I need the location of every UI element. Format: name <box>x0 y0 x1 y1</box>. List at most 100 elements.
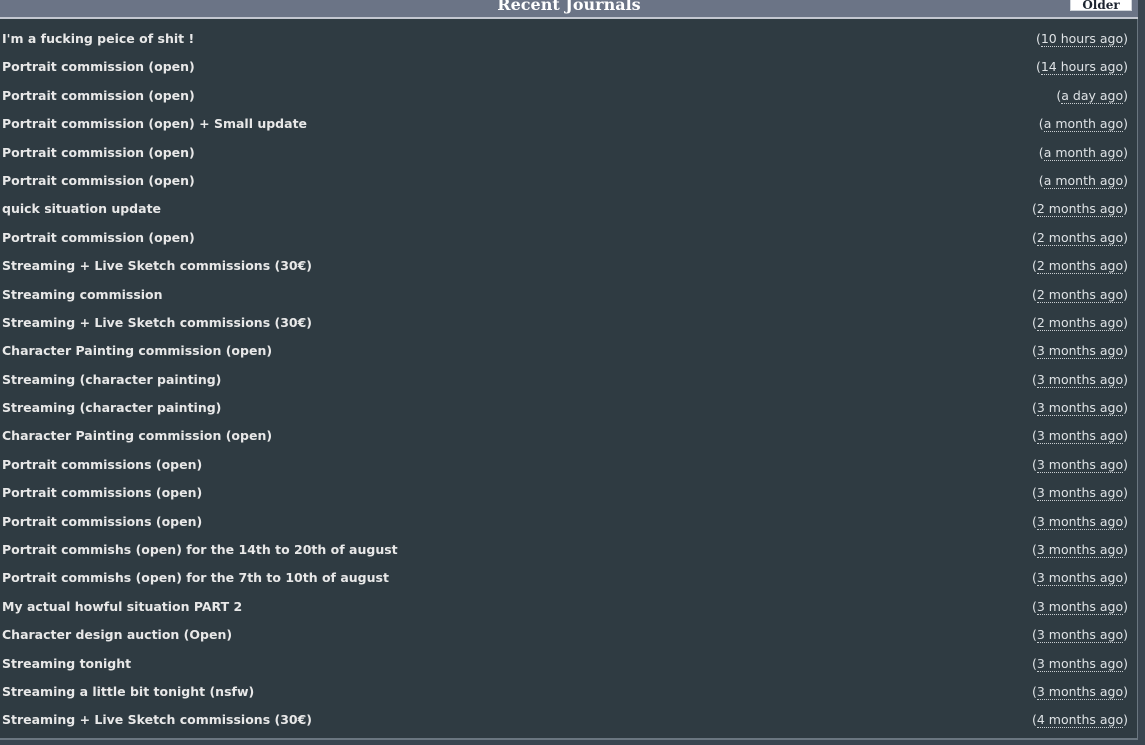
close-paren: ) <box>1123 229 1128 245</box>
journal-row: Portrait commission (open) (a month ago) <box>0 139 1138 167</box>
journal-title-link[interactable]: Portrait commishs (open) for the 7th to … <box>2 570 389 585</box>
journal-title-link[interactable]: Streaming + Live Sketch commissions (30€… <box>2 258 312 273</box>
close-paren: ) <box>1123 371 1128 387</box>
journal-time: (14 hours ago) <box>1036 59 1128 76</box>
close-paren: ) <box>1123 286 1128 302</box>
journal-time-ago: 3 months ago <box>1036 343 1124 360</box>
journal-row: Streaming commission (2 months ago) <box>0 281 1138 309</box>
recent-journals-panel: Recent Journals Older I'm a fucking peic… <box>0 0 1138 740</box>
journal-time: (3 months ago) <box>1032 542 1128 559</box>
close-paren: ) <box>1123 116 1128 132</box>
close-paren: ) <box>1123 144 1128 160</box>
journal-time-ago: 14 hours ago <box>1040 59 1124 76</box>
journal-time: (3 months ago) <box>1032 456 1128 473</box>
journal-row: Portrait commission (open) + Small updat… <box>0 110 1138 138</box>
journal-title-link[interactable]: Character Painting commission (open) <box>2 428 272 443</box>
open-paren: ( <box>1038 116 1044 132</box>
journal-title-link[interactable]: Portrait commissions (open) <box>2 457 202 472</box>
journal-time: (3 months ago) <box>1032 343 1128 360</box>
journal-time-ago: 2 months ago <box>1036 201 1124 218</box>
journal-row: Portrait commission (open) (a day ago) <box>0 82 1138 110</box>
journal-title-link[interactable]: Portrait commission (open) + Small updat… <box>2 116 307 131</box>
journal-time-ago: 3 months ago <box>1036 428 1124 445</box>
journal-time: (10 hours ago) <box>1036 31 1128 47</box>
journal-time: (a month ago) <box>1038 116 1128 133</box>
close-paren: ) <box>1123 570 1128 586</box>
journal-title-link[interactable]: Character Painting commission (open) <box>2 343 272 358</box>
journal-time-ago: 3 months ago <box>1036 655 1124 672</box>
journal-row: Portrait commissions (open) (3 months ago… <box>0 451 1138 479</box>
open-paren: ( <box>1038 172 1044 188</box>
journal-time: (a month ago) <box>1038 172 1128 189</box>
panel-title: Recent Journals <box>497 0 641 14</box>
close-paren: ) <box>1123 172 1128 188</box>
journal-time-ago: a day ago <box>1061 87 1124 104</box>
close-paren: ) <box>1123 542 1128 558</box>
journal-time-ago: 3 months ago <box>1036 683 1124 700</box>
journal-time: (2 months ago) <box>1032 286 1128 303</box>
journal-title-link[interactable]: quick situation update <box>2 201 161 216</box>
journal-title-link[interactable]: Streaming + Live Sketch commissions (30€… <box>2 315 312 330</box>
journal-row: Streaming (character painting) (3 months … <box>0 366 1138 394</box>
journal-time: (3 months ago) <box>1032 598 1128 615</box>
journal-time: (3 months ago) <box>1032 428 1128 445</box>
close-paren: ) <box>1123 598 1128 614</box>
journal-title-link[interactable]: Streaming commission <box>2 287 163 302</box>
journal-title-link[interactable]: Streaming tonight <box>2 656 131 671</box>
close-paren: ) <box>1123 683 1128 699</box>
journal-title-link[interactable]: Character design auction (Open) <box>2 627 232 642</box>
journal-title-link[interactable]: My actual howful situation PART 2 <box>2 599 242 614</box>
journal-time: (3 months ago) <box>1032 570 1128 587</box>
journal-title-link[interactable]: Portrait commishs (open) for the 14th to… <box>2 542 398 557</box>
journal-time: (3 months ago) <box>1032 371 1128 388</box>
journal-time: (a day ago) <box>1056 87 1128 104</box>
journal-time: (a month ago) <box>1038 144 1128 161</box>
journal-title-link[interactable]: Streaming + Live Sketch commissions (30€… <box>2 712 312 727</box>
journal-title-link[interactable]: Portrait commissions (open) <box>2 514 202 529</box>
journal-time-ago: 3 months ago <box>1036 456 1124 473</box>
close-paren: ) <box>1123 712 1128 728</box>
open-paren: ( <box>1038 144 1044 160</box>
older-button[interactable]: Older <box>1070 0 1132 12</box>
journal-time-ago: 2 months ago <box>1036 286 1124 303</box>
journal-time-ago: 2 months ago <box>1036 258 1124 275</box>
journal-time: (2 months ago) <box>1032 229 1128 246</box>
close-paren: ) <box>1123 485 1128 501</box>
journal-title-link[interactable]: I'm a fucking peice of shit ! <box>2 31 194 46</box>
close-paren: ) <box>1123 627 1128 643</box>
journal-time: (4 months ago) <box>1032 712 1128 729</box>
journal-row: Character Painting commission (open) (3 m… <box>0 337 1138 365</box>
journal-time: (2 months ago) <box>1032 201 1128 218</box>
journal-row: Portrait commission (open) (14 hours ago) <box>0 53 1138 81</box>
journal-title-link[interactable]: Portrait commission (open) <box>2 88 195 103</box>
journal-time: (3 months ago) <box>1032 627 1128 644</box>
journal-title-link[interactable]: Portrait commission (open) <box>2 145 195 160</box>
journal-time: (2 months ago) <box>1032 314 1128 331</box>
journal-row: Portrait commishs (open) for the 14th to… <box>0 536 1138 564</box>
journal-time-ago: a month ago <box>1043 116 1124 133</box>
journal-title-link[interactable]: Portrait commissions (open) <box>2 485 202 500</box>
close-paren: ) <box>1123 428 1128 444</box>
journal-row: Streaming (character painting) (3 months … <box>0 394 1138 422</box>
journal-time-ago: a month ago <box>1043 172 1124 189</box>
close-paren: ) <box>1123 314 1128 330</box>
journal-title-link[interactable]: Streaming (character painting) <box>2 400 221 415</box>
journal-time: (3 months ago) <box>1032 513 1128 530</box>
journal-time-ago: 3 months ago <box>1036 598 1124 615</box>
journal-row: Portrait commissions (open) (3 months ago… <box>0 508 1138 536</box>
journal-title-link[interactable]: Portrait commission (open) <box>2 59 195 74</box>
close-paren: ) <box>1123 513 1128 529</box>
journal-time: (3 months ago) <box>1032 655 1128 672</box>
close-paren: ) <box>1123 59 1128 75</box>
journal-title-link[interactable]: Streaming (character painting) <box>2 372 221 387</box>
journal-title-link[interactable]: Streaming a little bit tonight (nsfw) <box>2 684 254 699</box>
journal-row: Streaming + Live Sketch commissions (30€… <box>0 706 1138 734</box>
journal-row: I'm a fucking peice of shit ! (10 hours a… <box>0 25 1138 53</box>
journal-title-link[interactable]: Portrait commission (open) <box>2 173 195 188</box>
journal-row: My actual howful situation PART 2 (3 mont… <box>0 593 1138 621</box>
journal-row: Portrait commishs (open) for the 7th to … <box>0 564 1138 592</box>
journal-time-ago: 3 months ago <box>1036 513 1124 530</box>
close-paren: ) <box>1123 201 1128 217</box>
journal-title-link[interactable]: Portrait commission (open) <box>2 230 195 245</box>
journal-time-ago: 3 months ago <box>1036 570 1124 587</box>
